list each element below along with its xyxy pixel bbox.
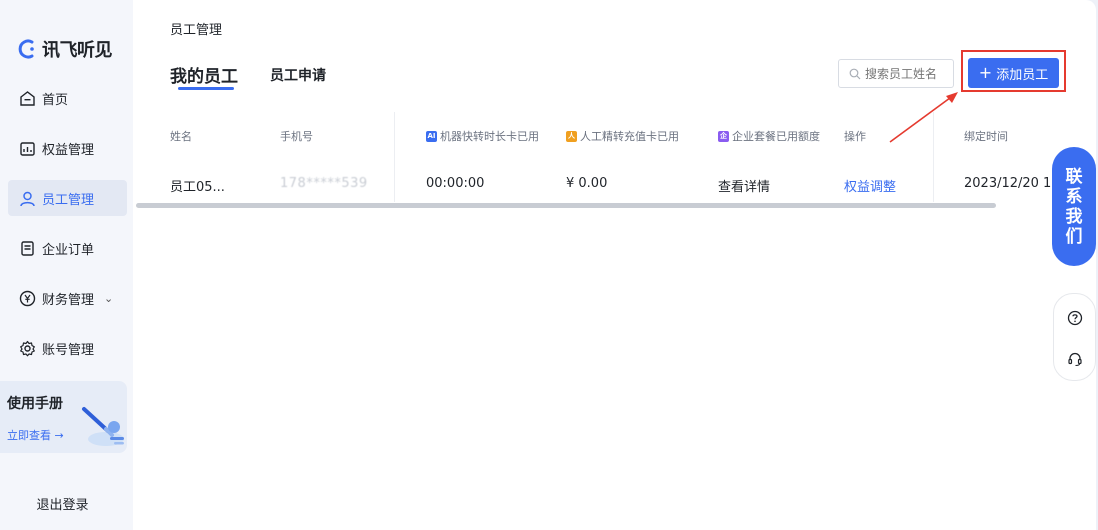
search-box[interactable] [838,59,954,88]
help-panel [1053,293,1096,381]
user-manual-card[interactable]: 使用手册 立即查看 → [0,381,127,453]
human-badge-icon: 人 [566,130,577,142]
sidebar-item-label: 员工管理 [42,192,95,208]
sidebar-item-rights[interactable]: 权益管理 [8,130,127,166]
search-input[interactable] [865,66,945,81]
adjust-rights-link[interactable]: 权益调整 [844,176,896,195]
cell-phone: 178*****539 [280,176,368,191]
sidebar-item-label: 账号管理 [42,342,95,358]
cell-bind-time: 2023/12/20 15 [964,176,1054,191]
sidebar-item-label: 企业订单 [42,242,95,258]
logout-button[interactable]: 退出登录 [0,494,125,513]
yuan-icon [18,289,36,307]
sidebar-item-staff[interactable]: 员工管理 [8,180,127,216]
tab-active-indicator [178,87,234,90]
sidebar-item-label: 首页 [42,92,69,108]
tab-staff-application[interactable]: 员工申请 [270,65,326,85]
enterprise-badge-icon: 企 [718,130,729,142]
logo-mark-icon [18,39,34,59]
sidebar-item-home[interactable]: 首页 [8,80,127,116]
manual-illustration-icon [82,407,124,446]
sidebar-item-label: 权益管理 [42,142,95,158]
column-header-name: 姓名 [170,130,192,143]
user-icon [18,189,36,207]
gear-icon [18,339,36,357]
column-header-machine: AI 机器快转时长卡已用 [426,130,539,143]
cell-human-used: ¥ 0.00 [566,176,608,191]
cell-name: 员工05... [170,180,225,195]
manual-title: 使用手册 [7,396,63,412]
add-staff-label: 添加员工 [996,67,1049,83]
annotation-arrow-icon [889,92,958,143]
column-header-action: 操作 [844,130,866,143]
search-icon [849,68,861,79]
tab-my-staff[interactable]: 我的员工 [170,62,238,87]
sidebar-item-account[interactable]: 账号管理 [8,330,127,366]
sidebar-item-label: 财务管理 [42,292,95,308]
manual-view-link[interactable]: 立即查看 → [7,427,64,443]
column-divider [933,112,934,202]
column-header-package: 企 企业套餐已用额度 [718,130,820,143]
home-icon [18,89,36,107]
column-header-human: 人 人工精转充值卡已用 [566,130,679,143]
column-divider [394,112,395,202]
horizontal-scrollbar[interactable] [136,203,996,208]
brand-logo[interactable]: 讯飞听见 [18,36,113,62]
brand-name: 讯飞听见 [42,40,113,61]
sidebar-item-orders[interactable]: 企业订单 [8,230,127,266]
headset-icon[interactable] [1066,350,1084,368]
column-header-phone: 手机号 [280,130,313,143]
chart-icon [18,139,36,157]
chevron-down-icon: ⌄ [104,291,114,305]
add-staff-button[interactable]: + 添加员工 [968,58,1059,88]
plus-icon: + [978,63,993,82]
question-icon[interactable] [1066,309,1084,327]
contact-us-button[interactable]: 联 系 我 们 [1052,147,1096,266]
view-details-link[interactable]: 查看详情 [718,176,770,195]
ai-badge-icon: AI [426,130,437,142]
order-icon [18,239,36,257]
sidebar: 讯飞听见 首页 权益管理 员工管理 企业订单 财务管理 ⌄ 账号管理 使用手册 … [0,0,133,530]
column-header-bind-time: 绑定时间 [964,130,1008,143]
cell-machine-used: 00:00:00 [426,176,485,191]
sidebar-item-finance[interactable]: 财务管理 ⌄ [8,280,127,316]
main-panel: 员工管理 我的员工 员工申请 + 添加员工 姓名 手机号 AI 机器快转时长卡已… [133,0,1096,530]
breadcrumb: 员工管理 [170,23,223,38]
